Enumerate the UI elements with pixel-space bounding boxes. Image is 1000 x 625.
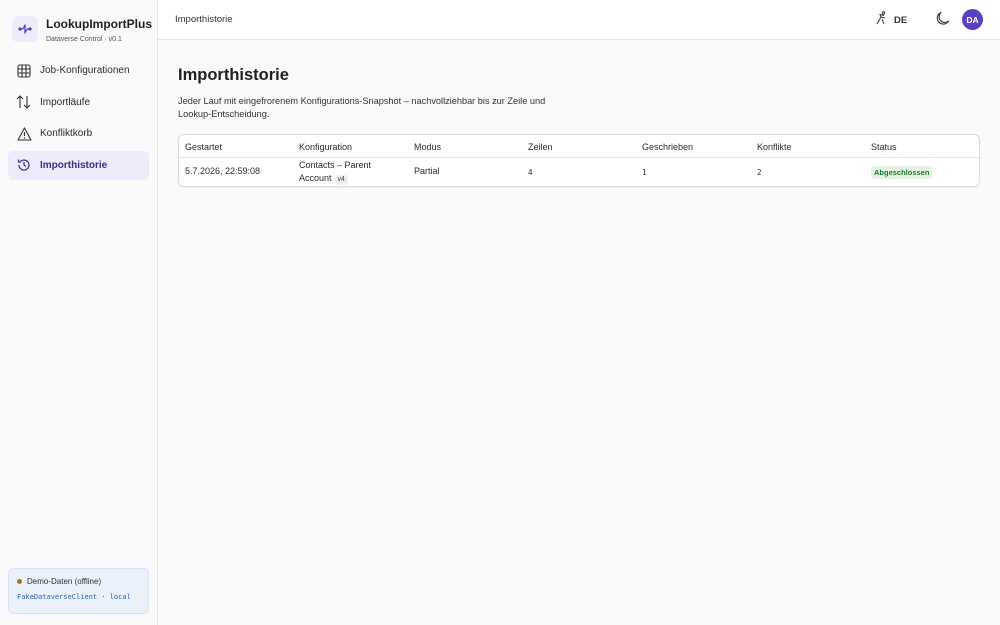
- warning-icon: [16, 126, 32, 142]
- conflicts-cell: 2: [757, 168, 762, 177]
- status-cell: Abgeschlossen: [871, 166, 933, 179]
- main-content: Importhistorie Jeder Lauf mit eingefrore…: [158, 40, 1000, 625]
- column-header[interactable]: Modus: [414, 142, 441, 152]
- version-tag: v4: [334, 175, 348, 185]
- language-switcher[interactable]: DE: [875, 10, 908, 30]
- sidebar-item-label: Konfliktkorb: [40, 128, 93, 140]
- app-title: LookupImportPlus: [46, 16, 152, 31]
- sidebar-item-konfliktkorb[interactable]: Konfliktkorb: [8, 119, 149, 148]
- column-header[interactable]: Konfiguration: [299, 142, 352, 152]
- sidebar-item-job-konfigurationen[interactable]: Job-Konfigurationen: [8, 56, 149, 85]
- page-title: Importhistorie: [178, 66, 289, 84]
- history-icon: [16, 157, 32, 173]
- status-dot-icon: [17, 579, 22, 584]
- started-cell: 5.7.2026, 22:59:08: [185, 166, 261, 176]
- sidebar-item-importhistorie[interactable]: Importhistorie: [8, 150, 149, 180]
- sidebar-item-importlaeufe[interactable]: Importläufe: [8, 88, 149, 117]
- brand[interactable]: LookupImportPlus Dataverse Control · v0.…: [0, 0, 157, 46]
- column-header[interactable]: Gestartet: [185, 142, 222, 152]
- sidebar-nav: Job-Konfigurationen Importläufe Konflikt…: [0, 56, 157, 180]
- mode-cell: Partial: [414, 166, 440, 176]
- written-cell: 1: [642, 168, 647, 177]
- column-header[interactable]: Geschrieben: [642, 142, 693, 152]
- demo-status: Demo-Daten (offline): [27, 577, 102, 586]
- avatar[interactable]: DA: [962, 9, 983, 30]
- accessibility-icon: [875, 10, 888, 30]
- column-header[interactable]: Status: [871, 142, 897, 152]
- column-header[interactable]: Konflikte: [757, 142, 792, 152]
- sidebar-item-label: Importhistorie: [40, 159, 108, 171]
- sidebar: LookupImportPlus Dataverse Control · v0.…: [0, 0, 158, 625]
- breadcrumb: Importhistorie: [175, 14, 233, 25]
- sidebar-item-label: Job-Konfigurationen: [40, 65, 130, 76]
- grid-icon: [16, 63, 32, 79]
- history-table: Gestartet Konfiguration Modus Zeilen Ges…: [178, 134, 980, 187]
- moon-icon: [936, 11, 950, 30]
- topbar: Importhistorie DE DA: [158, 0, 1000, 40]
- rows-cell: 4: [528, 168, 533, 177]
- arrows-updown-icon: [16, 94, 32, 110]
- demo-data-notice: Demo-Daten (offline) FakeDataverseClient…: [8, 568, 149, 614]
- sidebar-item-label: Importläufe: [40, 96, 91, 108]
- status-badge: Abgeschlossen: [871, 166, 933, 179]
- column-header[interactable]: Zeilen: [528, 142, 553, 152]
- theme-toggle-button[interactable]: [936, 11, 952, 27]
- table-header: Gestartet Konfiguration Modus Zeilen Ges…: [179, 135, 979, 158]
- app-logo-icon: [12, 16, 38, 42]
- page-description: Jeder Lauf mit eingefrorenem Konfigurati…: [178, 96, 546, 119]
- table-row[interactable]: 5.7.2026, 22:59:08 Contacts – Parent Acc…: [179, 158, 979, 186]
- language-label: DE: [894, 14, 908, 26]
- demo-client: FakeDataverseClient · local: [17, 593, 131, 601]
- config-cell: Contacts – Parent Account v4: [299, 159, 394, 185]
- app-subtitle: Dataverse Control · v0.1: [46, 35, 122, 43]
